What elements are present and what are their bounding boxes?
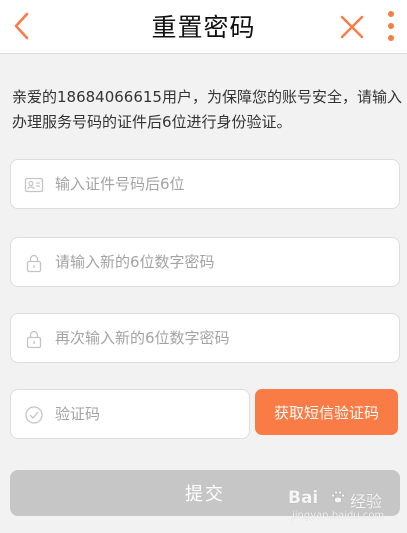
get-sms-code-button[interactable]: 获取短信验证码	[255, 389, 398, 435]
id-number-field[interactable]	[10, 159, 400, 209]
submit-button[interactable]: 提交	[10, 470, 400, 516]
more-vertical-icon[interactable]	[385, 9, 397, 43]
check-circle-icon	[24, 405, 44, 425]
new-password-field[interactable]	[10, 237, 400, 287]
close-icon[interactable]	[338, 13, 366, 41]
id-card-icon	[24, 175, 44, 195]
verification-code-field[interactable]	[10, 389, 250, 439]
lock-icon	[24, 329, 44, 349]
new-password-input[interactable]	[55, 238, 385, 286]
confirm-password-input[interactable]	[55, 314, 385, 362]
lock-icon	[24, 253, 44, 273]
confirm-password-field[interactable]	[10, 313, 400, 363]
intro-message: 亲爱的18684066615用户，为保障您的账号安全，请输入办理服务号码的证件后…	[12, 88, 402, 131]
id-number-input[interactable]	[55, 160, 385, 208]
verification-code-input[interactable]	[55, 390, 235, 438]
navigation-bar: 重置密码	[0, 0, 407, 54]
